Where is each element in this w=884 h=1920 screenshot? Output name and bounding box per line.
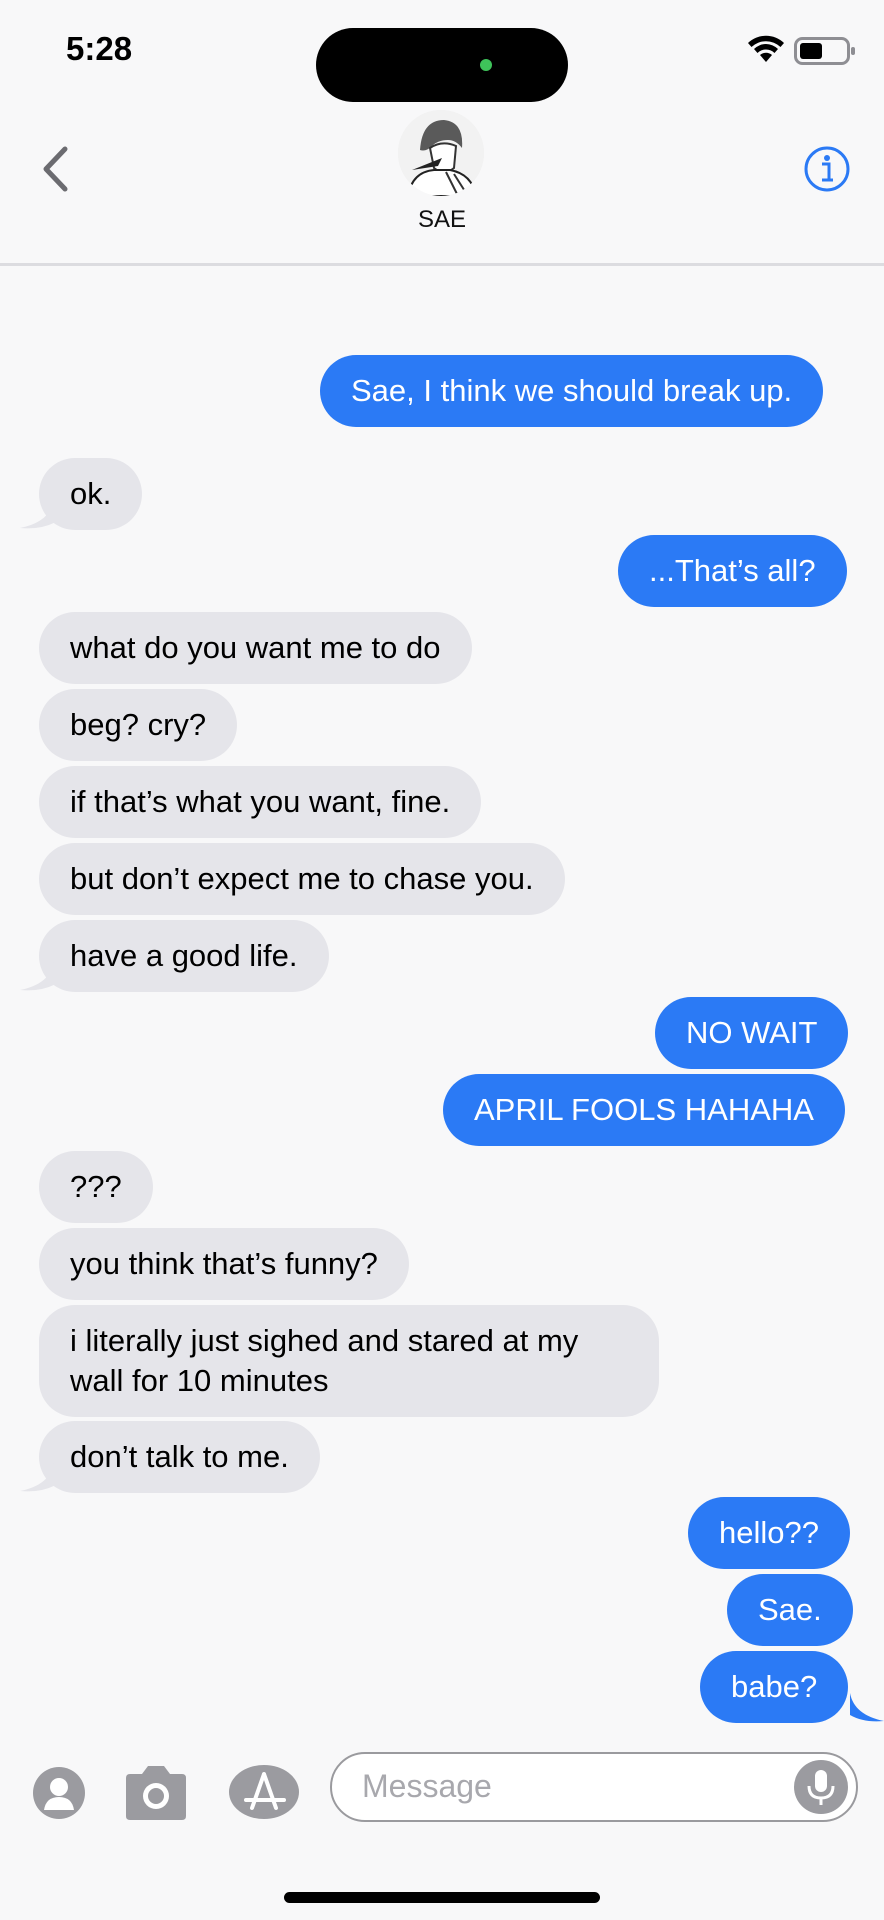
received-message[interactable]: but don’t expect me to chase you.: [39, 843, 565, 915]
sent-message[interactable]: Sae, I think we should break up.: [320, 355, 824, 427]
received-message[interactable]: have a good life.: [39, 920, 329, 992]
microphone-button[interactable]: [794, 1760, 848, 1814]
received-message[interactable]: beg? cry?: [39, 689, 238, 761]
sent-message[interactable]: Sae.: [727, 1574, 853, 1646]
bubble-tail: [20, 500, 56, 529]
sent-message[interactable]: NO WAIT: [655, 997, 849, 1069]
camera-icon[interactable]: [122, 1764, 190, 1822]
received-message[interactable]: i literally just sighed and stared at my…: [39, 1305, 659, 1417]
bubble-tail: [850, 1693, 884, 1722]
bubble-tail: [20, 1463, 56, 1492]
back-chevron-icon[interactable]: [36, 144, 76, 194]
info-icon[interactable]: [802, 144, 852, 194]
avatar-illustration: [398, 110, 484, 196]
bubble-tail: [20, 962, 56, 991]
sent-message[interactable]: babe?: [700, 1651, 849, 1723]
contact-name[interactable]: SAE: [0, 206, 884, 234]
sent-message[interactable]: hello??: [688, 1497, 850, 1569]
received-message[interactable]: ???: [39, 1151, 153, 1223]
home-indicator: [284, 1892, 600, 1903]
contact-icon[interactable]: [32, 1766, 86, 1820]
contact-avatar[interactable]: [398, 110, 484, 196]
sent-message[interactable]: APRIL FOOLS HAHAHA: [443, 1074, 845, 1146]
received-message[interactable]: if that’s what you want, fine.: [39, 766, 482, 838]
app-store-icon[interactable]: [228, 1764, 300, 1820]
received-message[interactable]: don’t talk to me.: [39, 1421, 320, 1493]
microphone-icon: [807, 1770, 835, 1805]
sent-message[interactable]: ...That’s all?: [618, 535, 847, 607]
received-message[interactable]: you think that’s funny?: [39, 1228, 409, 1300]
conversation-header: SAE: [0, 0, 884, 266]
message-placeholder: Message: [362, 1768, 492, 1804]
message-field[interactable]: Message: [330, 1752, 858, 1822]
received-message[interactable]: what do you want me to do: [39, 612, 472, 684]
